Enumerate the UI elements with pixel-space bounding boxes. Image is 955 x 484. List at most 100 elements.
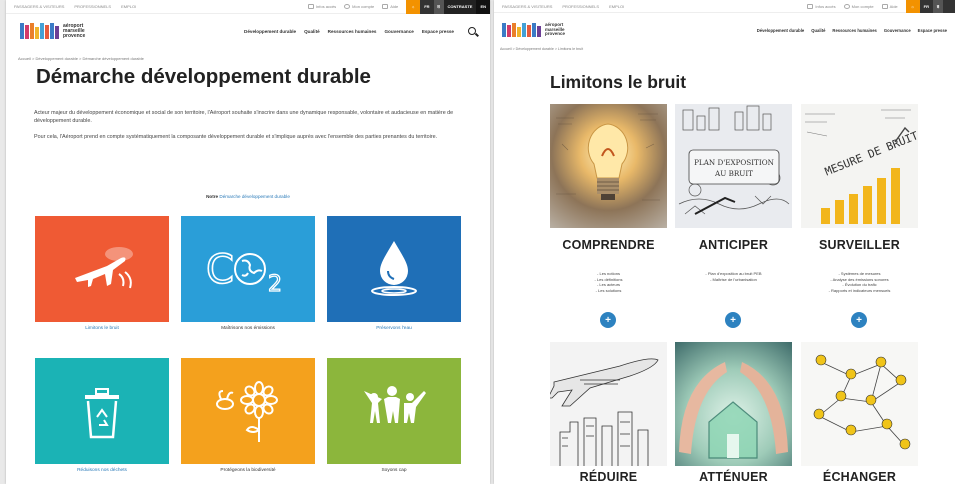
main-header: aéroport marseille provence Développement …	[6, 14, 490, 48]
calendar-icon	[307, 4, 314, 9]
lang-en-button[interactable]: EN	[476, 0, 490, 14]
accessibility-icon[interactable]: ꓭ	[933, 0, 943, 13]
nav-item-rh[interactable]: Ressources humaines	[328, 29, 377, 34]
nav-item-qualite[interactable]: Qualité	[304, 29, 320, 34]
nav-item-presse[interactable]: Espace presse	[422, 29, 454, 34]
help-icon	[382, 4, 389, 9]
note-line: Notre Démarche développement durable	[206, 194, 290, 199]
calendar-icon	[807, 3, 814, 9]
lang-selector[interactable]: FR	[919, 0, 933, 13]
card-title-surveiller[interactable]: SURVEILLER	[801, 238, 918, 252]
weather-icon[interactable]: ☼	[406, 0, 421, 14]
account-link[interactable]: Mon compte	[344, 4, 374, 9]
logo-text: aéroport marseille provence	[63, 22, 86, 39]
nav-item-developpement[interactable]: Développement durable	[244, 29, 296, 34]
right-page-window: PASSAGERS & VISITEURS PROFESSIONNELS EMP…	[494, 0, 955, 484]
logo-text: aéroport marseille provence	[545, 22, 566, 37]
intro-paragraph-2: Pour cela, l'Aéroport prend en compte sy…	[34, 134, 438, 140]
expand-button-comprendre[interactable]: +	[600, 312, 616, 328]
house-hands-image	[675, 342, 792, 466]
contrast-button[interactable]	[943, 0, 955, 13]
weather-icon[interactable]: ☼	[905, 0, 920, 13]
image-text: PLAN D'EXPOSITION	[694, 158, 774, 167]
card-list-comprendre: - Les notions - Les définitions - Les acte…	[594, 271, 623, 293]
card-title-reduire[interactable]: RÉDUIRE	[550, 470, 667, 484]
search-icon[interactable]	[468, 27, 476, 35]
airplane-sketch-image	[550, 342, 667, 466]
nav-item-gouvernance[interactable]: Gouvernance	[884, 28, 911, 33]
tile-eau[interactable]	[327, 216, 461, 322]
expand-button-anticiper[interactable]: +	[725, 312, 741, 328]
tile-dechets[interactable]	[35, 358, 169, 464]
note-link[interactable]: Démarche développement durable	[219, 194, 289, 199]
nav-item-qualite[interactable]: Qualité	[811, 28, 825, 33]
left-page-window: PASSAGERS & VISITEURS PROFESSIONNELS EMP…	[6, 0, 490, 484]
flower-bee-icon	[216, 381, 278, 442]
card-title-echanger[interactable]: ÉCHANGER	[801, 470, 918, 484]
tile-caption-eau[interactable]: Préservons l'eau	[327, 326, 461, 331]
accessibility-icon[interactable]: ꓭ	[433, 0, 444, 14]
svg-text:MESURE DE BRUIT: MESURE DE BRUIT	[823, 129, 918, 178]
logo-bar	[35, 27, 39, 39]
logo-bar	[20, 23, 24, 39]
tile-caption-dechets[interactable]: Réduisons nos déchets	[35, 468, 169, 473]
user-icon	[843, 3, 850, 9]
logo-bar	[40, 23, 44, 39]
page-title: Limitons le bruit	[550, 72, 687, 92]
breadcrumb: Accueil > Développement durable > Démarc…	[18, 56, 144, 61]
tile-caption-cap[interactable]: Soyons cap	[327, 468, 461, 473]
card-title-comprendre[interactable]: COMPRENDRE	[550, 238, 667, 252]
topbar-link[interactable]: EMPLOI	[609, 4, 624, 9]
topbar-link[interactable]: PROFESSIONNELS	[74, 4, 111, 9]
topbar-link[interactable]: EMPLOI	[121, 4, 136, 9]
airport-logo[interactable]: aéroport marseille provence	[20, 23, 85, 39]
nav-item-developpement[interactable]: Développement durable	[757, 28, 804, 33]
logo-bars	[502, 23, 541, 37]
nav-item-gouvernance[interactable]: Gouvernance	[384, 29, 413, 34]
svg-text:2: 2	[268, 272, 282, 297]
svg-text:AU BRUIT: AU BRUIT	[714, 169, 753, 178]
topbar-link[interactable]: PASSAGERS & VISITEURS	[502, 4, 552, 9]
card-title-attenuer[interactable]: ATTÉNUER	[675, 470, 792, 484]
logo-bar	[50, 23, 54, 39]
topbar-link[interactable]: PASSAGERS & VISITEURS	[14, 4, 64, 9]
people-icon	[364, 386, 426, 423]
user-icon	[344, 4, 351, 9]
nav-item-presse[interactable]: Espace presse	[918, 28, 947, 33]
account-link[interactable]: Mon compte	[843, 3, 874, 9]
help-icon	[881, 3, 888, 9]
main-nav: Développement durable Qualité Ressources…	[757, 28, 947, 33]
logo-bar	[532, 23, 536, 37]
tile-caption-bruit[interactable]: Limitons le bruit	[35, 326, 169, 331]
main-header: aéroport marseille provence Développement …	[494, 13, 955, 47]
expand-button-surveiller[interactable]: +	[851, 312, 867, 328]
logo-bar	[512, 23, 516, 37]
tile-caption-biodiversite[interactable]: Protégeons la biodiversité	[181, 468, 315, 473]
tile-bruit[interactable]	[35, 216, 169, 322]
logo-bar	[30, 23, 34, 39]
contrast-button[interactable]: CONTRASTE	[443, 0, 477, 14]
lang-selector[interactable]: FR	[420, 0, 434, 14]
card-title-anticiper[interactable]: ANTICIPER	[675, 238, 792, 252]
airplane-icon	[75, 247, 133, 289]
tile-cap[interactable]	[327, 358, 461, 464]
help-link[interactable]: Aide	[382, 4, 398, 9]
co2-globe-icon: C 2	[205, 246, 282, 297]
logo-bar	[45, 25, 49, 39]
logo-bar	[55, 26, 59, 39]
topbar-link[interactable]: PROFESSIONNELS	[562, 4, 599, 9]
tile-emissions[interactable]: C 2	[181, 216, 315, 322]
info-access-link[interactable]: Infos accès	[307, 4, 336, 9]
help-link[interactable]: Aide	[881, 3, 898, 9]
card-list-anticiper: - Plan d'exposition au bruit PEB - Maîtri…	[705, 271, 762, 282]
info-access-link[interactable]: Infos accès	[807, 3, 836, 9]
airport-logo[interactable]: aéroport marseille provence	[502, 22, 566, 37]
top-utility-bar: PASSAGERS & VISITEURS PROFESSIONNELS EMP…	[494, 0, 955, 13]
logo-bar	[522, 23, 526, 37]
tile-caption-emissions[interactable]: Maîtrisons nos émissions	[181, 326, 315, 331]
recycle-bin-icon	[85, 388, 119, 439]
tile-biodiversite[interactable]	[181, 358, 315, 464]
page-title: Démarche développement durable	[36, 65, 371, 88]
nav-item-rh[interactable]: Ressources humaines	[832, 28, 876, 33]
logo-bars	[20, 23, 59, 39]
